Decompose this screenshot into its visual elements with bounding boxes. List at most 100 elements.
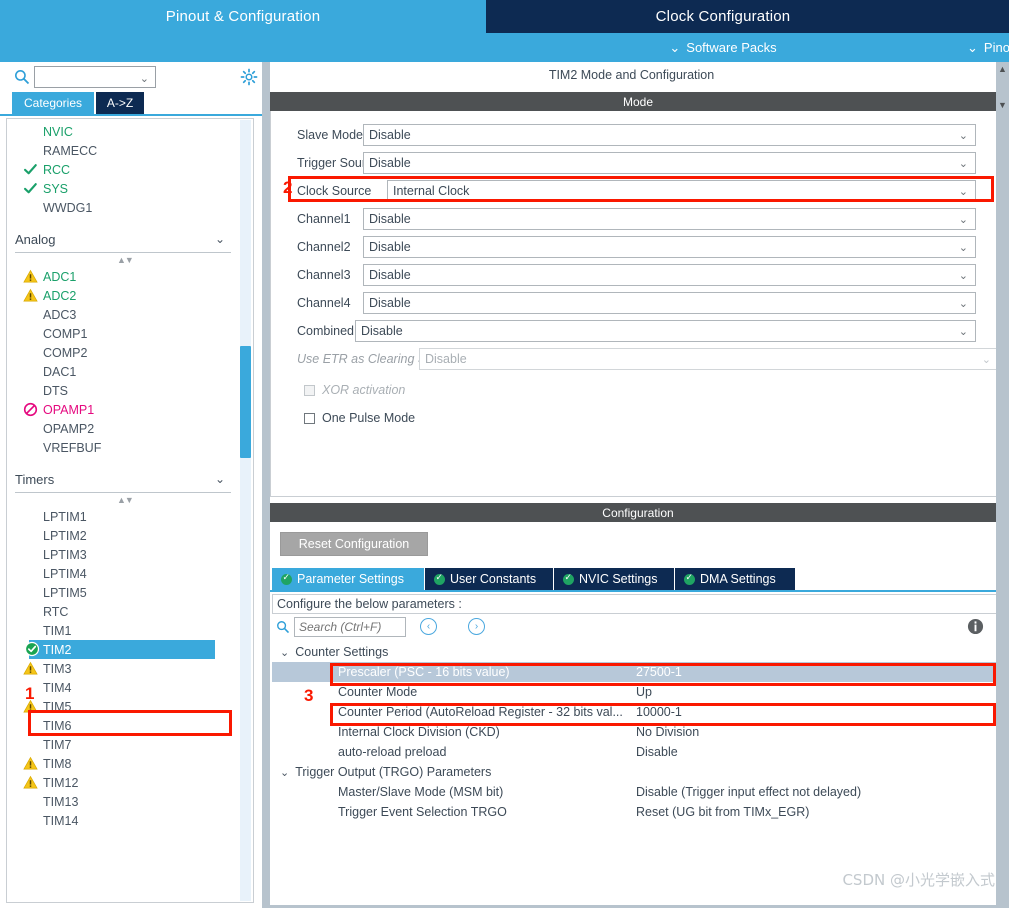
mode-field-select[interactable]: Disable ⌄ [355, 320, 976, 342]
mode-field-select[interactable]: Disable ⌄ [363, 236, 976, 258]
peripheral-search-input[interactable] [39, 69, 151, 85]
mode-field-value: Disable [369, 128, 411, 142]
tree-item-lptim5[interactable]: LPTIM5 [7, 583, 239, 602]
scroll-up-arrow[interactable]: ▲ [996, 62, 1009, 75]
reset-configuration-button[interactable]: Reset Configuration [280, 532, 428, 556]
tab-categories[interactable]: Categories [12, 92, 94, 114]
tree-item-lptim2[interactable]: LPTIM2 [7, 526, 239, 545]
tree-item-label: WWDG1 [43, 200, 93, 215]
info-icon[interactable] [967, 618, 984, 635]
param-value[interactable]: Disable (Trigger input effect not delaye… [636, 785, 861, 799]
param-row[interactable]: auto-reload preload Disable [272, 742, 1002, 762]
tree-item-tim13[interactable]: TIM13 [7, 792, 239, 811]
checkbox-row[interactable]: One Pulse Mode [304, 411, 415, 425]
mode-field-select[interactable]: Disable ⌄ [363, 264, 976, 286]
tree-item-wwdg1[interactable]: WWDG1 [7, 198, 239, 217]
tree-item-tim7[interactable]: TIM7 [7, 735, 239, 754]
tree-item-ramecc[interactable]: RAMECC [7, 141, 239, 160]
peripheral-search-combo[interactable]: ⌄ [34, 66, 156, 88]
tab-a-to-z[interactable]: A->Z [96, 92, 144, 114]
tree-scroll-thumb[interactable] [240, 346, 251, 458]
param-value[interactable]: Disable [636, 745, 678, 759]
panel-divider[interactable] [262, 62, 270, 908]
param-row[interactable]: Counter Period (AutoReload Register - 32… [272, 702, 1002, 722]
nav-next-button[interactable]: › [468, 618, 485, 635]
param-row[interactable]: Internal Clock Division (CKD) No Division [272, 722, 1002, 742]
param-row[interactable]: Counter Mode Up [272, 682, 1002, 702]
param-value[interactable]: Reset (UG bit from TIMx_EGR) [636, 805, 809, 819]
group-splitter-handle[interactable]: ▲▼ [7, 493, 239, 507]
checkbox-label: One Pulse Mode [322, 411, 416, 425]
tree-item-tim5[interactable]: TIM5 [7, 697, 239, 716]
mode-field-select[interactable]: Disable ⌄ [363, 292, 976, 314]
mode-field-select[interactable]: Disable ⌄ [363, 152, 976, 174]
param-row[interactable]: Master/Slave Mode (MSM bit) Disable (Trig… [272, 782, 1002, 802]
config-tab-dma-settings[interactable]: DMA Settings [675, 568, 795, 590]
tab-clock-label: Clock Configuration [655, 8, 791, 25]
tab-pinout-configuration[interactable]: Pinout & Configuration [0, 0, 486, 33]
gear-icon[interactable] [240, 68, 258, 86]
configuration-panel: Reset Configuration Parameter Settings Us… [270, 522, 1006, 908]
menu-pinout[interactable]: ⌄ Pinout [961, 33, 1009, 62]
tree-item-adc1[interactable]: ADC1 [7, 267, 239, 286]
tree-item-label: ADC2 [43, 288, 77, 303]
tree-item-opamp1[interactable]: OPAMP1 [7, 400, 239, 419]
param-value[interactable]: Up [636, 685, 652, 699]
param-value[interactable]: No Division [636, 725, 699, 739]
tree-item-rtc[interactable]: RTC [7, 602, 239, 621]
param-value[interactable]: 27500-1 [636, 665, 682, 679]
tree-item-tim12[interactable]: TIM12 [7, 773, 239, 792]
tree-item-tim8[interactable]: TIM8 [7, 754, 239, 773]
tree-scrollbar[interactable] [239, 120, 252, 901]
tab-clock-configuration[interactable]: Clock Configuration [487, 0, 959, 33]
tree-group-analog[interactable]: Analog ⌄ [15, 227, 231, 253]
chevron-down-icon: ⌄ [280, 766, 290, 779]
tree-item-nvic[interactable]: NVIC [7, 122, 239, 141]
chevron-down-icon: ⌄ [214, 232, 225, 246]
scroll-down-arrow[interactable]: ▼ [996, 98, 1009, 111]
tree-item-label: LPTIM2 [43, 528, 87, 543]
tab-extra[interactable] [961, 0, 1009, 33]
page-scrollbar[interactable]: ▲ ▼ [996, 62, 1009, 908]
tree-group-timers[interactable]: Timers ⌄ [15, 467, 231, 493]
tree-item-label: TIM5 [43, 699, 72, 714]
nav-previous-button[interactable]: ‹ [420, 618, 437, 635]
tree-item-dac1[interactable]: DAC1 [7, 362, 239, 381]
mode-field-select[interactable]: Disable ⌄ [363, 208, 976, 230]
tree-item-comp2[interactable]: COMP2 [7, 343, 239, 362]
param-row[interactable]: Prescaler (PSC - 16 bits value) 27500-1 [272, 662, 1002, 682]
tree-item-tim3[interactable]: TIM3 [7, 659, 239, 678]
tree-item-label: LPTIM1 [43, 509, 87, 524]
tree-item-rcc[interactable]: RCC [7, 160, 239, 179]
param-value[interactable]: 10000-1 [636, 705, 682, 719]
tree-item-tim1[interactable]: TIM1 [7, 621, 239, 640]
tree-item-adc3[interactable]: ADC3 [7, 305, 239, 324]
tree-item-adc2[interactable]: ADC2 [7, 286, 239, 305]
config-tab-parameter-settings[interactable]: Parameter Settings [272, 568, 424, 590]
tree-item-dts[interactable]: DTS [7, 381, 239, 400]
tree-item-lptim4[interactable]: LPTIM4 [7, 564, 239, 583]
config-tab-user-constants[interactable]: User Constants [425, 568, 553, 590]
tree-item-tim2[interactable]: TIM2 [24, 640, 215, 659]
tree-item-sys[interactable]: SYS [7, 179, 239, 198]
tree-item-tim4[interactable]: TIM4 [7, 678, 239, 697]
config-tab-nvic-settings[interactable]: NVIC Settings [554, 568, 674, 590]
tree-item-tim6[interactable]: TIM6 [7, 716, 239, 735]
group-splitter-handle[interactable]: ▲▼ [7, 253, 239, 267]
tree-item-comp1[interactable]: COMP1 [7, 324, 239, 343]
tree-scroll-track[interactable] [240, 120, 251, 901]
tree-item-vrefbuf[interactable]: VREFBUF [7, 438, 239, 457]
tree-item-lptim3[interactable]: LPTIM3 [7, 545, 239, 564]
param-group-row[interactable]: ⌄ Counter Settings [272, 642, 1002, 662]
param-group-row[interactable]: ⌄ Trigger Output (TRGO) Parameters [272, 762, 1002, 782]
param-row[interactable]: Trigger Event Selection TRGO Reset (UG bi… [272, 802, 1002, 822]
check-circle-icon [24, 641, 40, 657]
tree-item-tim14[interactable]: TIM14 [7, 811, 239, 830]
mode-field-select[interactable]: Disable ⌄ [363, 124, 976, 146]
tree-item-lptim1[interactable]: LPTIM1 [7, 507, 239, 526]
parameter-search-input[interactable] [294, 617, 406, 637]
checkbox-box[interactable] [304, 412, 315, 424]
mode-field-select[interactable]: Internal Clock ⌄ [387, 180, 976, 202]
menu-software-packs[interactable]: ⌄ Software Packs [487, 33, 959, 62]
tree-item-opamp2[interactable]: OPAMP2 [7, 419, 239, 438]
